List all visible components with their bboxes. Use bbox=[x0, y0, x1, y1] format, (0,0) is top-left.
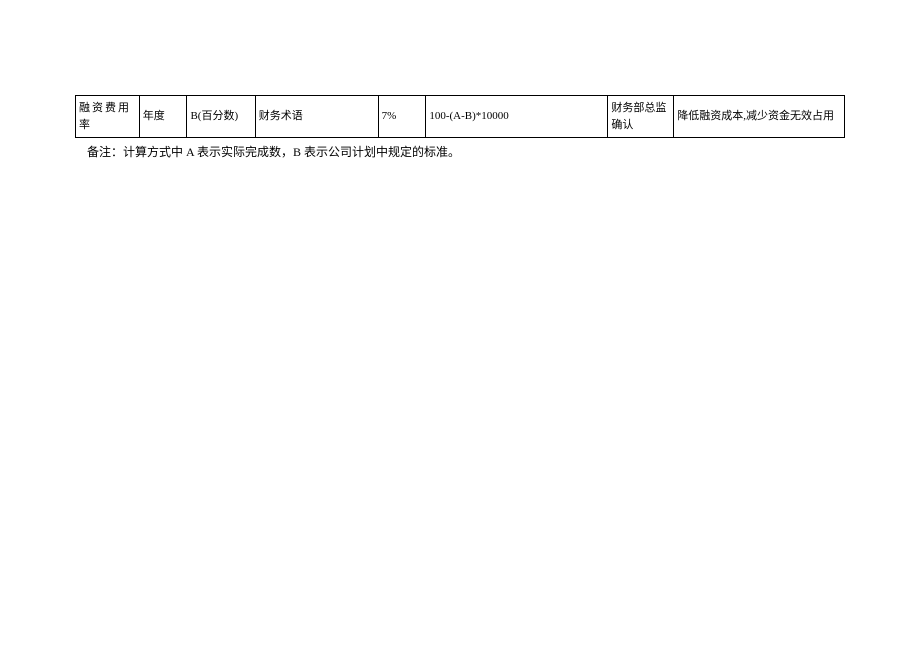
data-table: 融资费用率 年度 B(百分数) 财务术语 7% 100-(A-B)*10000 … bbox=[75, 95, 845, 138]
cell-category: 财务术语 bbox=[255, 96, 378, 138]
cell-value: 7% bbox=[378, 96, 426, 138]
table-container: 融资费用率 年度 B(百分数) 财务术语 7% 100-(A-B)*10000 … bbox=[75, 95, 845, 138]
cell-unit: B(百分数) bbox=[187, 96, 255, 138]
cell-formula: 100-(A-B)*10000 bbox=[426, 96, 608, 138]
cell-description: 降低融资成本,减少资金无效占用 bbox=[674, 96, 845, 138]
cell-name: 融资费用率 bbox=[76, 96, 140, 138]
cell-period: 年度 bbox=[139, 96, 187, 138]
table-row: 融资费用率 年度 B(百分数) 财务术语 7% 100-(A-B)*10000 … bbox=[76, 96, 845, 138]
cell-confirm: 财务部总监确认 bbox=[608, 96, 674, 138]
remark-text: 备注：计算方式中 A 表示实际完成数，B 表示公司计划中规定的标准。 bbox=[75, 143, 845, 162]
